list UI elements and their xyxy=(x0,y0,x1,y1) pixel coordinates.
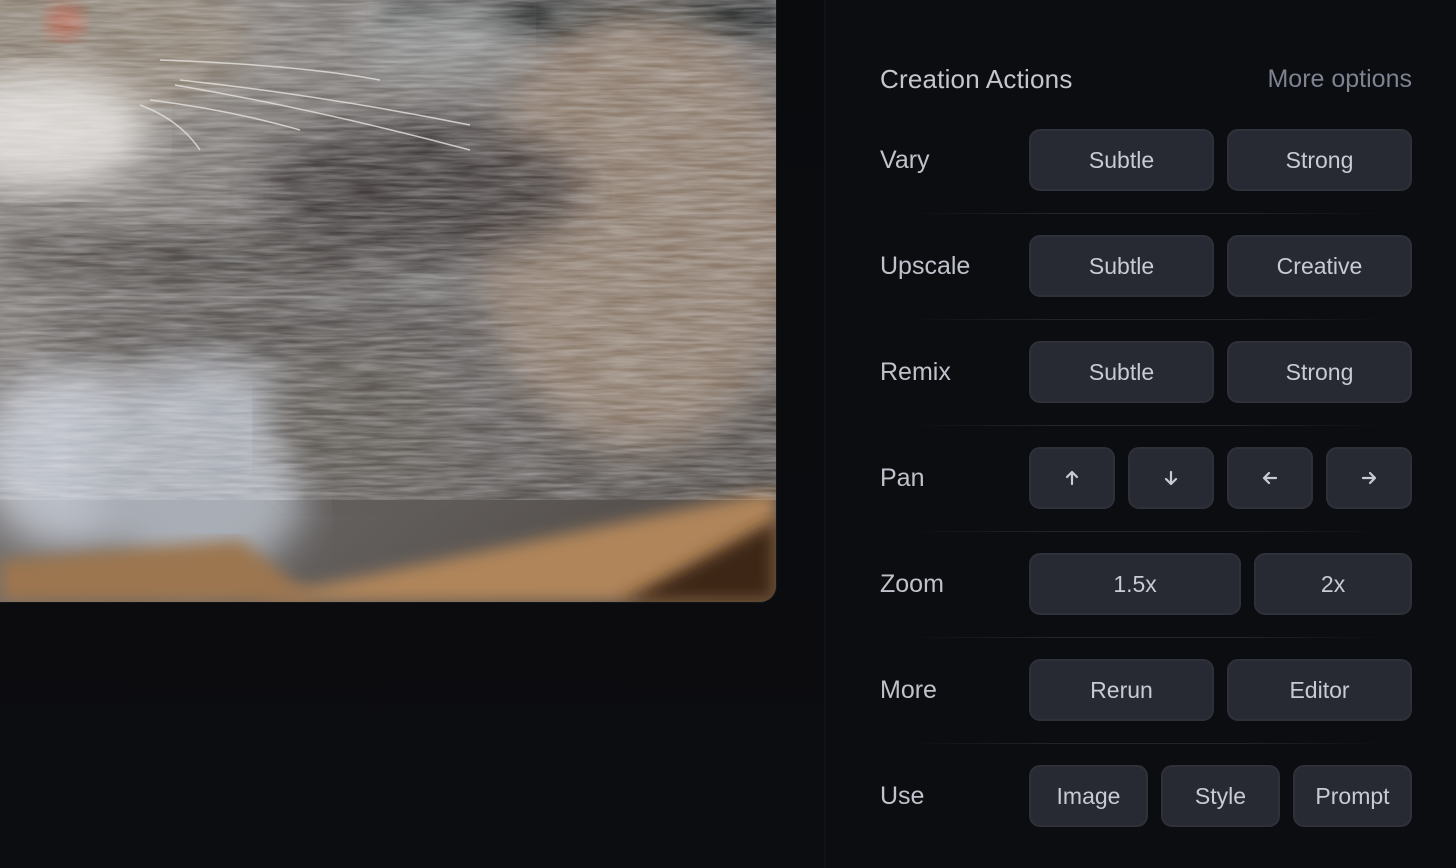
more-options-link[interactable]: More options xyxy=(1267,65,1412,94)
row-label: Use xyxy=(880,781,925,810)
row-label: Vary xyxy=(880,145,930,174)
upscale-creative-button[interactable]: Creative xyxy=(1227,235,1412,297)
row-divider xyxy=(906,213,1386,214)
pan-down-button[interactable] xyxy=(1128,447,1214,509)
use-style-button[interactable]: Style xyxy=(1161,765,1280,827)
generated-image[interactable] xyxy=(0,0,776,602)
row-label: Zoom xyxy=(880,569,944,598)
use-prompt-button[interactable]: Prompt xyxy=(1293,765,1412,827)
vary-strong-button[interactable]: Strong xyxy=(1227,129,1412,191)
row-upscale: Upscale Subtle Creative xyxy=(880,235,1412,297)
row-vary: Vary Subtle Strong xyxy=(880,129,1412,191)
row-divider xyxy=(906,425,1386,426)
row-label: Remix xyxy=(880,357,951,386)
upscale-subtle-button[interactable]: Subtle xyxy=(1029,235,1214,297)
row-label: Upscale xyxy=(880,251,971,280)
row-pan: Pan xyxy=(880,447,1412,509)
editor-button[interactable]: Editor xyxy=(1227,659,1412,721)
panel-title: Creation Actions xyxy=(880,63,1073,94)
zoom-1-5x-button[interactable]: 1.5x xyxy=(1029,553,1242,615)
row-more: More Rerun Editor xyxy=(880,659,1412,721)
panel-header: Creation Actions More options xyxy=(880,60,1412,98)
pan-up-button[interactable] xyxy=(1029,447,1115,509)
pan-left-button[interactable] xyxy=(1227,447,1313,509)
row-divider xyxy=(906,319,1386,320)
zoom-2x-button[interactable]: 2x xyxy=(1254,553,1412,615)
row-use: Use Image Style Prompt xyxy=(880,765,1412,827)
arrow-down-icon xyxy=(1164,470,1178,486)
cat-photo xyxy=(0,0,776,602)
arrow-right-icon xyxy=(1361,471,1377,485)
arrow-up-icon xyxy=(1065,470,1079,486)
row-divider xyxy=(906,531,1386,532)
row-divider xyxy=(906,743,1386,744)
row-label: Pan xyxy=(880,463,925,492)
row-zoom: Zoom 1.5x 2x xyxy=(880,553,1412,615)
vary-subtle-button[interactable]: Subtle xyxy=(1029,129,1214,191)
image-canvas-area xyxy=(0,0,824,868)
creation-actions-panel: Creation Actions More options Vary Subtl… xyxy=(826,0,1456,868)
pan-right-button[interactable] xyxy=(1326,447,1412,509)
row-label: More xyxy=(880,675,937,704)
arrow-left-icon xyxy=(1262,471,1278,485)
remix-strong-button[interactable]: Strong xyxy=(1227,341,1412,403)
row-divider xyxy=(906,637,1386,638)
remix-subtle-button[interactable]: Subtle xyxy=(1029,341,1214,403)
row-remix: Remix Subtle Strong xyxy=(880,341,1412,403)
use-image-button[interactable]: Image xyxy=(1029,765,1148,827)
rerun-button[interactable]: Rerun xyxy=(1029,659,1214,721)
